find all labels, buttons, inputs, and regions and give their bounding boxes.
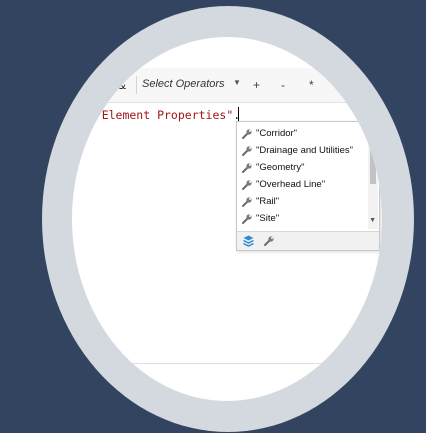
wrench-icon[interactable] — [263, 235, 275, 247]
wrench-icon — [242, 145, 252, 156]
magnified-view: & Select Operators ▼ + - * / vil Element… — [72, 37, 382, 401]
chevron-down-icon[interactable]: ▼ — [233, 78, 241, 87]
autocomplete-item-label: "Drainage and Utilities" — [256, 145, 354, 156]
toolbar-separator — [108, 76, 109, 94]
text-cursor — [238, 107, 239, 122]
popup-footer — [237, 231, 379, 250]
divider — [72, 363, 382, 364]
autocomplete-item-label: "Rail" — [256, 196, 280, 207]
autocomplete-popup: "Corridor" "Drainage and Utilities" "Geo… — [236, 121, 380, 251]
multiply-operator-button[interactable]: * — [309, 78, 314, 92]
member-access-dot: . — [233, 108, 241, 122]
autocomplete-item-overhead-line[interactable]: "Overhead Line" — [241, 176, 325, 193]
wrench-icon — [242, 128, 252, 139]
expression-string: vil Element Properties" — [74, 108, 234, 122]
autocomplete-item-drainage[interactable]: "Drainage and Utilities" — [241, 142, 353, 159]
select-operators-dropdown[interactable]: Select Operators — [142, 78, 225, 90]
autocomplete-item-rail[interactable]: "Rail" — [241, 193, 279, 210]
wrench-icon — [242, 213, 252, 224]
divide-operator-button[interactable]: / — [336, 78, 339, 92]
minus-operator-button[interactable]: - — [281, 78, 285, 92]
expression-editor[interactable]: vil Element Properties". — [74, 108, 240, 122]
and-operator-button[interactable]: & — [118, 78, 126, 92]
autocomplete-item-label: "Site" — [256, 213, 280, 224]
wrench-icon — [242, 196, 252, 207]
autocomplete-item-label: "Corridor" — [256, 128, 298, 139]
autocomplete-item-label: "Geometry" — [256, 162, 305, 173]
wrench-icon — [242, 162, 252, 173]
scroll-up-icon[interactable]: ▲ — [369, 125, 376, 132]
scroll-down-icon[interactable]: ▼ — [369, 217, 376, 224]
scrollbar-thumb[interactable] — [370, 136, 376, 184]
plus-operator-button[interactable]: + — [253, 78, 260, 92]
autocomplete-item-corridor[interactable]: "Corridor" — [241, 125, 297, 142]
wrench-icon — [242, 179, 252, 190]
expression-toolbar: & Select Operators ▼ + - * / — [72, 68, 382, 103]
layers-icon[interactable] — [243, 235, 254, 247]
autocomplete-item-label: "Overhead Line" — [256, 179, 326, 190]
toolbar-separator — [136, 76, 137, 94]
autocomplete-item-site[interactable]: "Site" — [241, 210, 279, 227]
autocomplete-item-geometry[interactable]: "Geometry" — [241, 159, 304, 176]
